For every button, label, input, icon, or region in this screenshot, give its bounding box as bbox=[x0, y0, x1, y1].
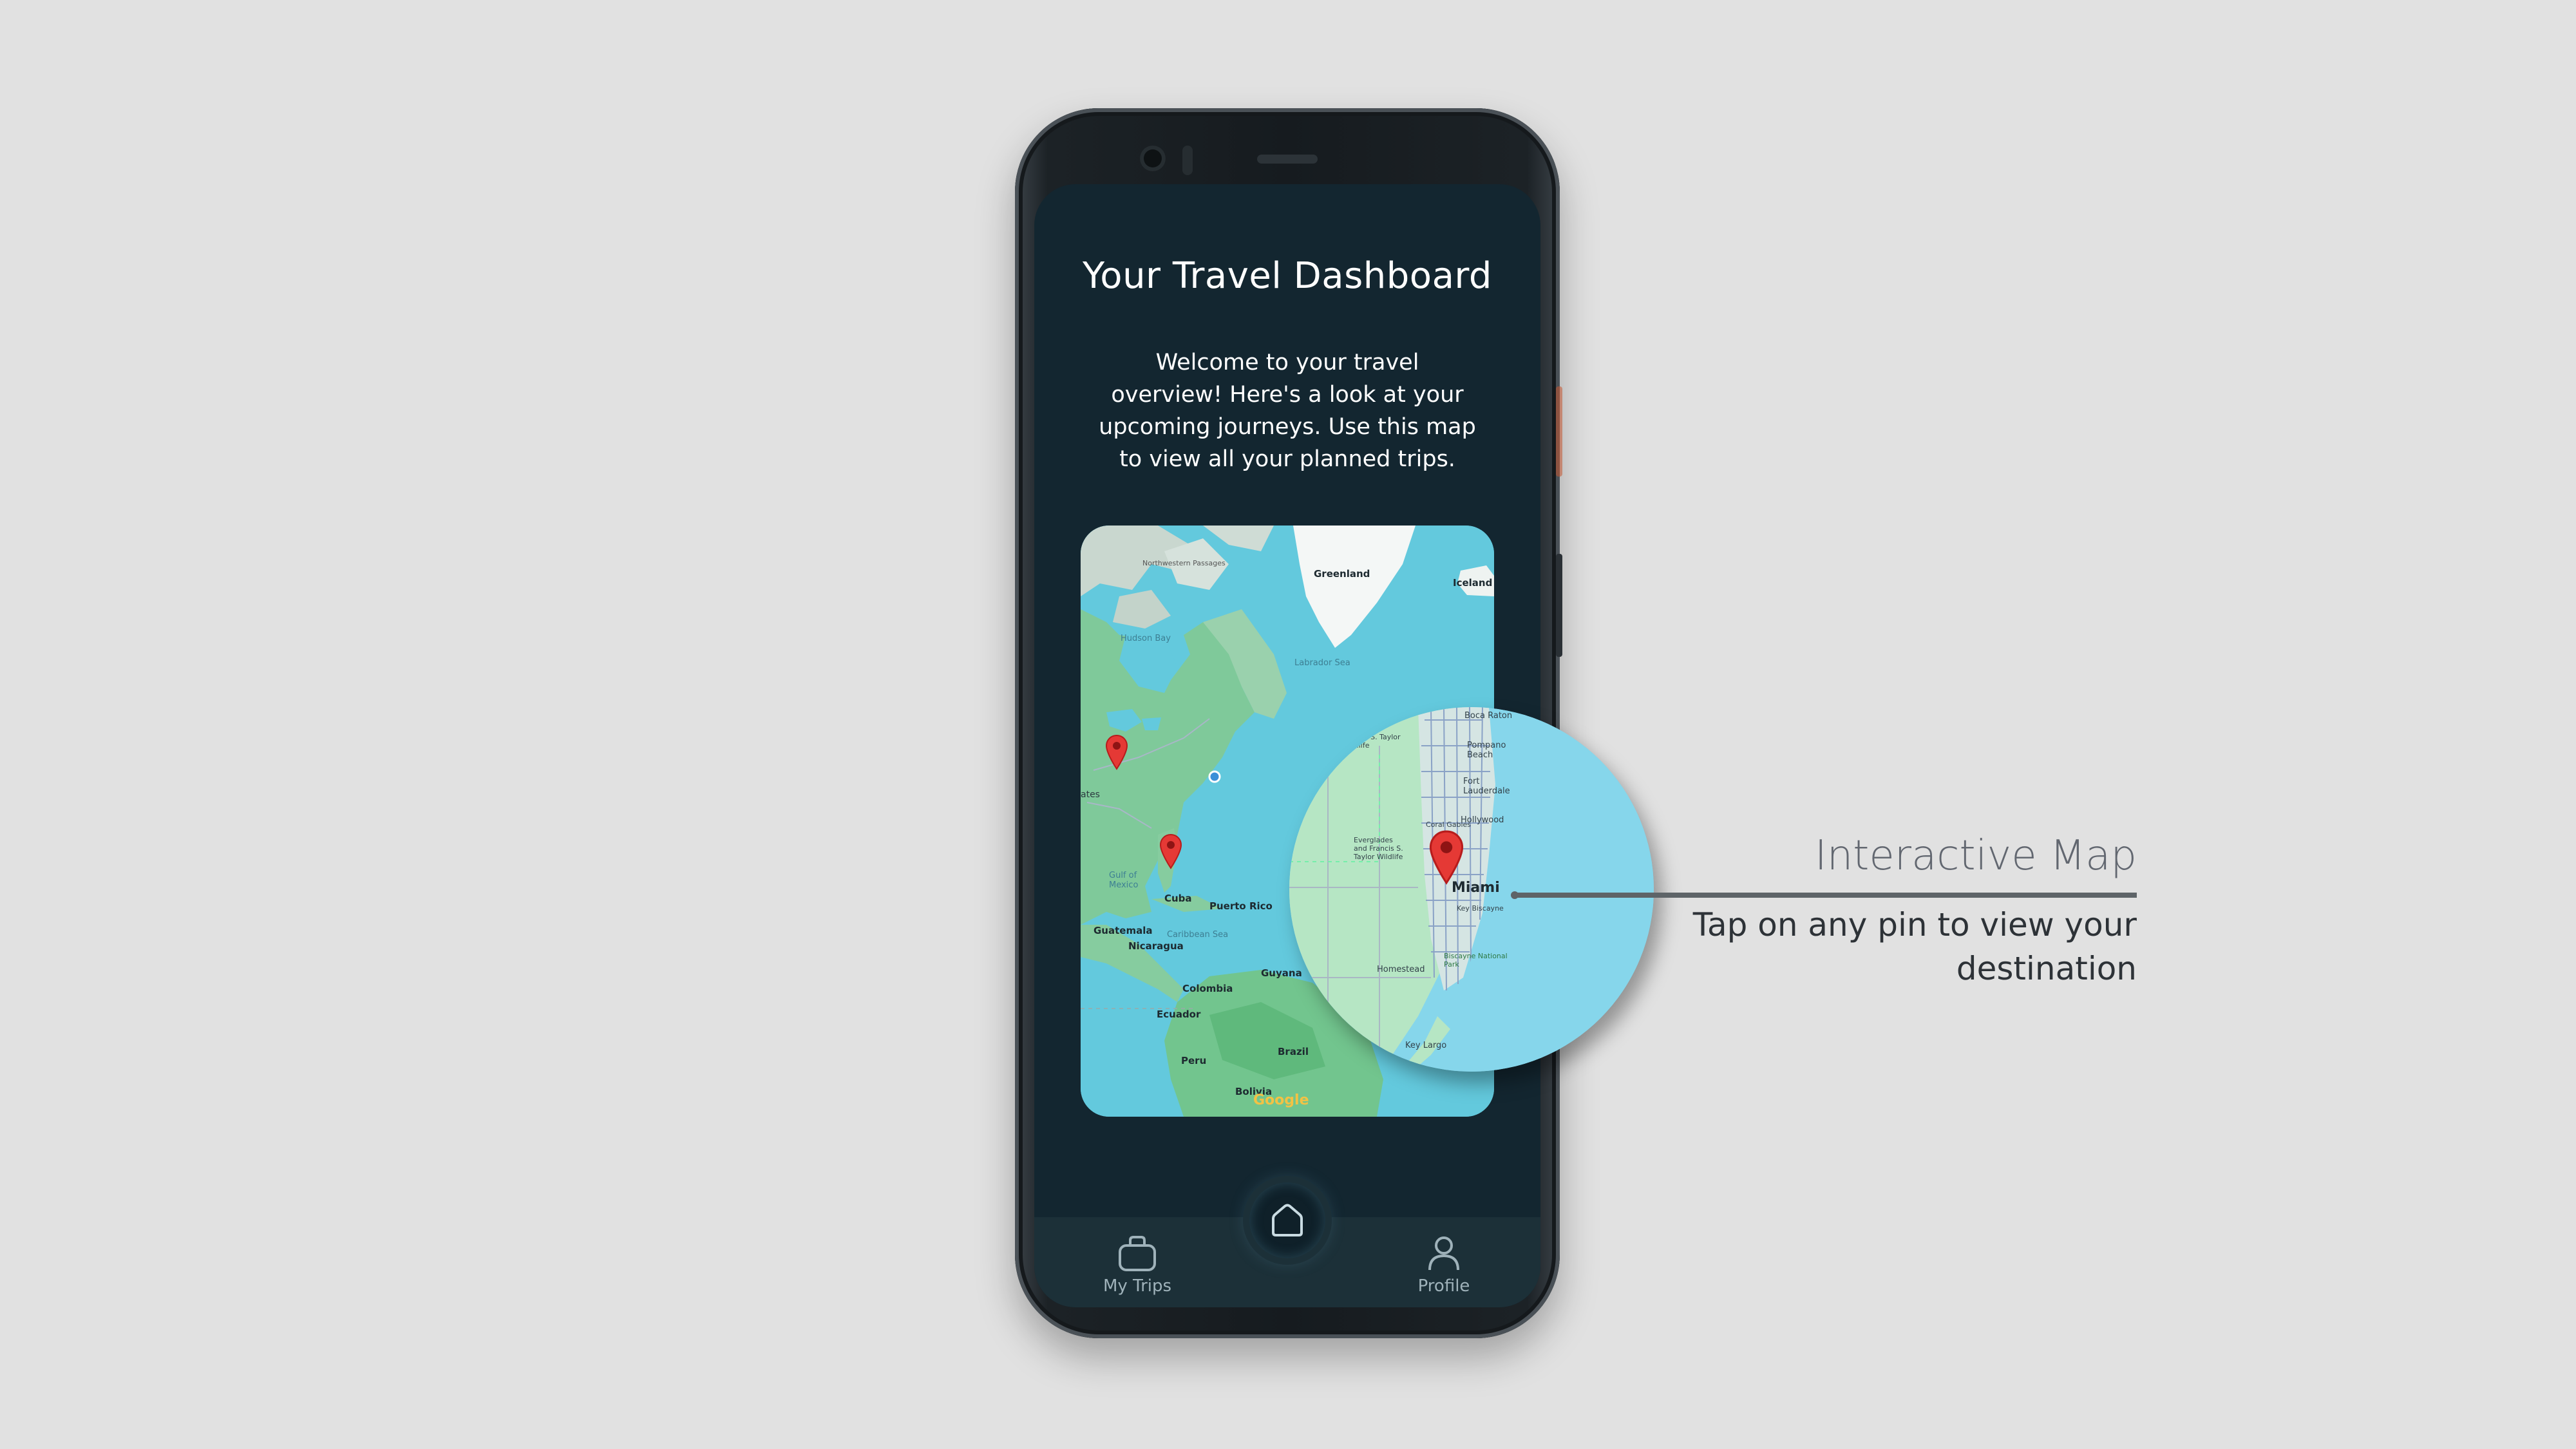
mag-label-coral-gables: Coral Gables bbox=[1426, 820, 1472, 829]
map-label-northwestern-passages: Northwestern Passages bbox=[1142, 559, 1226, 567]
mag-label-boca-raton: Boca Raton bbox=[1464, 711, 1513, 721]
welcome-text: Welcome to your travel overview! Here's … bbox=[1099, 350, 1476, 472]
nav-my-trips-label: My Trips bbox=[1103, 1276, 1172, 1296]
home-button[interactable] bbox=[1249, 1182, 1325, 1258]
map-label-nicaragua: Nicaragua bbox=[1128, 940, 1184, 952]
volume-button bbox=[1556, 386, 1562, 477]
map-label-states: ates bbox=[1081, 790, 1100, 800]
page-title: Your Travel Dashboard bbox=[1083, 255, 1492, 297]
map-pin-icon bbox=[1429, 830, 1464, 885]
mag-label-key-largo: Key Largo bbox=[1405, 1041, 1447, 1050]
front-camera bbox=[1140, 146, 1166, 171]
map-label-caribbean-sea: Caribbean Sea bbox=[1167, 930, 1229, 940]
map-label-guatemala: Guatemala bbox=[1094, 925, 1153, 936]
map-magnifier: Boca Raton Pompano Beach Fort Lauderdale… bbox=[1289, 707, 1654, 1072]
callout-line bbox=[1515, 893, 2137, 898]
home-icon bbox=[1272, 1204, 1303, 1236]
map-label-hudson-bay: Hudson Bay bbox=[1121, 634, 1171, 643]
map-label-iceland: Iceland bbox=[1453, 577, 1493, 589]
map-label-cuba: Cuba bbox=[1164, 893, 1192, 904]
proximity-sensor bbox=[1182, 146, 1193, 175]
callout-description: Tap on any pin to view your destination bbox=[1692, 906, 2137, 987]
map-label-labrador-sea: Labrador Sea bbox=[1294, 658, 1350, 668]
mag-label-francis-taylor: Francis S. Taylor Wildlife bbox=[1343, 733, 1401, 750]
map-label-peru: Peru bbox=[1181, 1055, 1207, 1066]
google-logo: Google bbox=[1253, 1092, 1309, 1108]
mag-label-pompano-beach: Pompano Beach bbox=[1467, 741, 1506, 760]
map-label-ecuador: Ecuador bbox=[1157, 1009, 1201, 1020]
nav-my-trips[interactable]: My Trips bbox=[1092, 1234, 1182, 1296]
mag-label-biscayne-park: Biscayne National Park bbox=[1444, 952, 1508, 969]
map-pin-icon bbox=[1159, 833, 1182, 869]
person-icon bbox=[1428, 1236, 1459, 1271]
earpiece-speaker bbox=[1257, 155, 1318, 164]
map-pin-icon bbox=[1105, 734, 1128, 770]
map-label-puerto-rico: Puerto Rico bbox=[1209, 900, 1273, 912]
nav-profile[interactable]: Profile bbox=[1399, 1234, 1489, 1296]
map-label-colombia: Colombia bbox=[1182, 983, 1233, 994]
mag-label-homestead: Homestead bbox=[1377, 965, 1425, 974]
mag-label-everglades: Everglades and Francis S. Taylor Wildlif… bbox=[1354, 836, 1403, 861]
map-label-gulf-of-mexico: Gulf of Mexico bbox=[1109, 871, 1139, 890]
callout-title: Interactive Map bbox=[1814, 832, 2137, 880]
power-button bbox=[1556, 554, 1562, 657]
mag-label-fort-lauderdale: Fort Lauderdale bbox=[1463, 777, 1510, 796]
map-label-greenland: Greenland bbox=[1314, 568, 1370, 580]
bag-icon bbox=[1119, 1236, 1156, 1271]
mag-label-key-biscayne: Key Biscayne bbox=[1457, 904, 1504, 913]
nav-profile-label: Profile bbox=[1417, 1276, 1470, 1296]
